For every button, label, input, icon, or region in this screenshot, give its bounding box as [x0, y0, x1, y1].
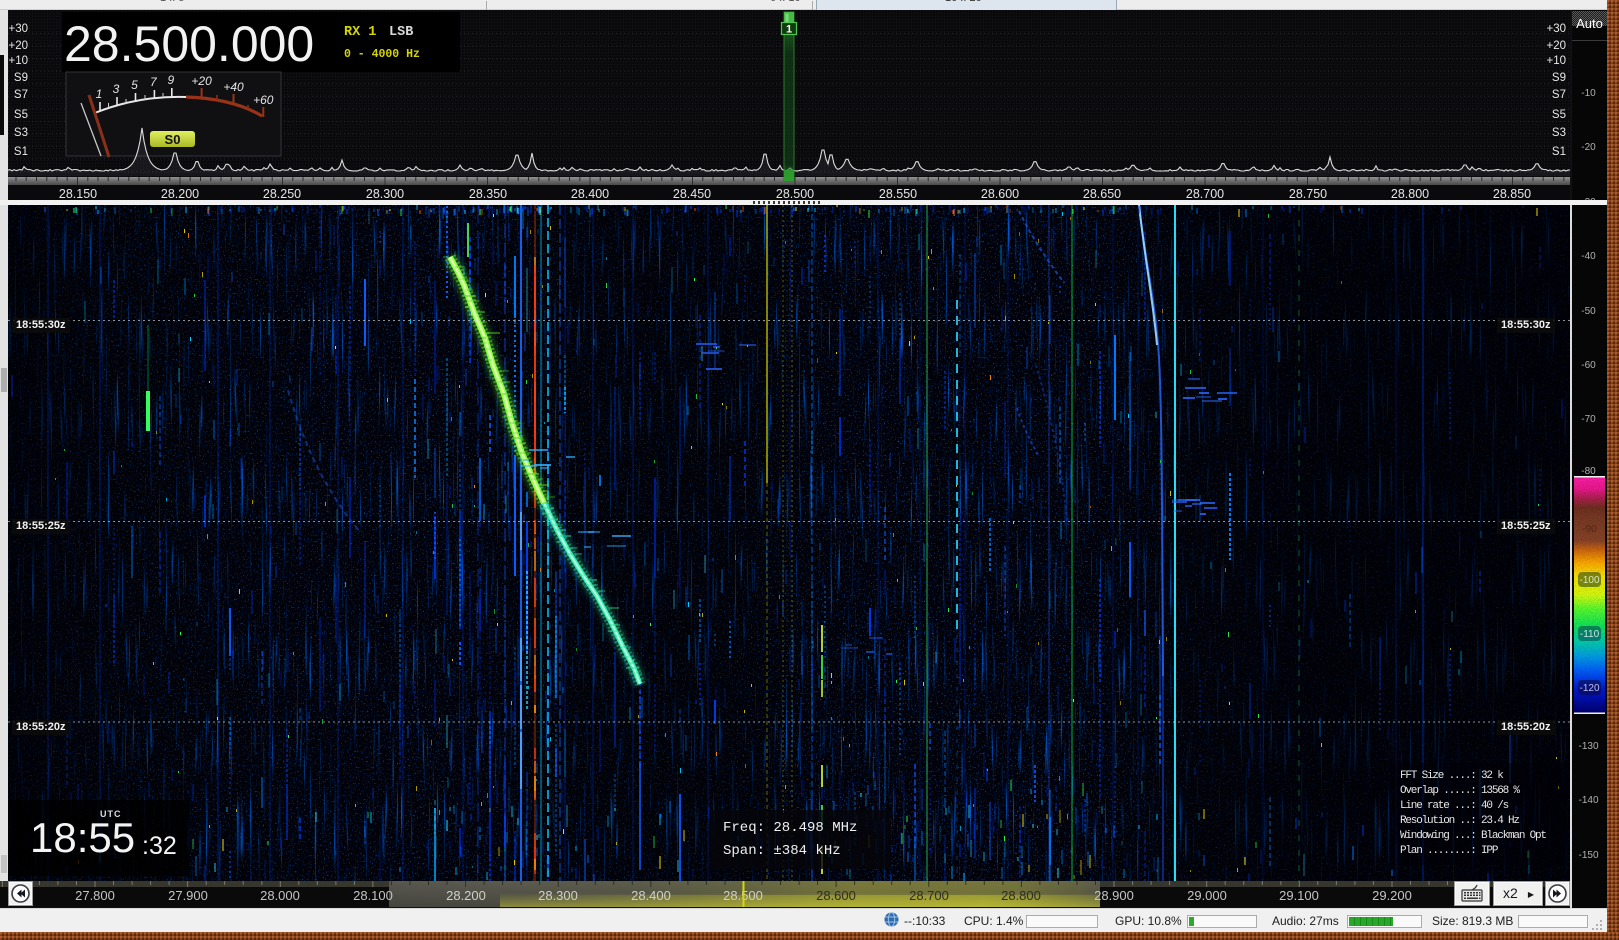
svg-text:S7: S7	[14, 89, 28, 101]
svg-text:-90: -90	[1582, 524, 1597, 535]
svg-text:28.200: 28.200	[161, 187, 199, 200]
svg-text:28.300: 28.300	[538, 888, 578, 903]
svg-text:S9: S9	[1552, 72, 1566, 84]
svg-text:28.650: 28.650	[1083, 187, 1121, 200]
svg-text:3: 3	[113, 82, 120, 96]
svg-text:-120: -120	[1579, 683, 1599, 694]
svg-text:27.900: 27.900	[168, 888, 208, 903]
svg-text:+10: +10	[1546, 55, 1566, 67]
svg-text:RX 1: RX 1	[344, 25, 376, 40]
svg-text:-100: -100	[1579, 575, 1599, 586]
svg-text:29.000: 29.000	[1187, 888, 1227, 903]
svg-text:9: 9	[167, 73, 174, 87]
svg-text:S0: S0	[165, 132, 181, 147]
svg-text:28.200: 28.200	[446, 888, 486, 903]
svg-text:LSB: LSB	[389, 25, 413, 40]
svg-text:28.300: 28.300	[366, 187, 404, 200]
svg-text:S1: S1	[1552, 146, 1566, 158]
svg-text:5: 5	[131, 78, 138, 92]
svg-text:28.800: 28.800	[1001, 888, 1041, 903]
svg-text:S5: S5	[1552, 109, 1566, 121]
svg-text:28.250: 28.250	[263, 187, 301, 200]
svg-text:+10: +10	[8, 55, 28, 67]
svg-text:28.700: 28.700	[1186, 187, 1224, 200]
svg-text:28.500.000: 28.500.000	[64, 16, 314, 72]
svg-text:28.150: 28.150	[59, 187, 97, 200]
svg-text:28.400: 28.400	[571, 187, 609, 200]
svg-text:+20: +20	[1546, 40, 1566, 52]
svg-text:S9: S9	[14, 72, 28, 84]
svg-text:+20: +20	[191, 74, 212, 88]
svg-text:28.900: 28.900	[1094, 888, 1134, 903]
svg-text:28.350: 28.350	[469, 187, 507, 200]
svg-text:1: 1	[96, 87, 103, 101]
svg-text:S1: S1	[14, 146, 28, 158]
svg-text:+60: +60	[253, 93, 274, 107]
svg-text:28.600: 28.600	[816, 888, 856, 903]
svg-text:S5: S5	[14, 109, 28, 121]
svg-text:+30: +30	[1546, 23, 1566, 35]
svg-text:+40: +40	[223, 80, 244, 94]
svg-text:1: 1	[786, 24, 792, 36]
svg-text:29.100: 29.100	[1279, 888, 1319, 903]
svg-text:28.550: 28.550	[879, 187, 917, 200]
svg-text:28.400: 28.400	[631, 888, 671, 903]
svg-text:0 - 4000 Hz: 0 - 4000 Hz	[344, 48, 420, 61]
svg-text:-110: -110	[1580, 629, 1600, 640]
svg-text:28.750: 28.750	[1289, 187, 1327, 200]
svg-text:S3: S3	[14, 127, 28, 139]
svg-text:28.600: 28.600	[981, 187, 1019, 200]
svg-text:+20: +20	[8, 40, 28, 52]
svg-text:28.000: 28.000	[260, 888, 300, 903]
svg-text:28.500: 28.500	[776, 187, 814, 200]
svg-text:S3: S3	[1552, 127, 1566, 139]
svg-text:S7: S7	[1552, 89, 1566, 101]
svg-text:28.450: 28.450	[673, 187, 711, 200]
svg-text:29.200: 29.200	[1372, 888, 1412, 903]
svg-text:28.850: 28.850	[1493, 187, 1531, 200]
svg-text:28.800: 28.800	[1391, 187, 1429, 200]
svg-text:28.700: 28.700	[909, 888, 949, 903]
svg-text:28.100: 28.100	[353, 888, 393, 903]
svg-text:27.800: 27.800	[75, 888, 115, 903]
svg-text:+30: +30	[8, 23, 28, 35]
